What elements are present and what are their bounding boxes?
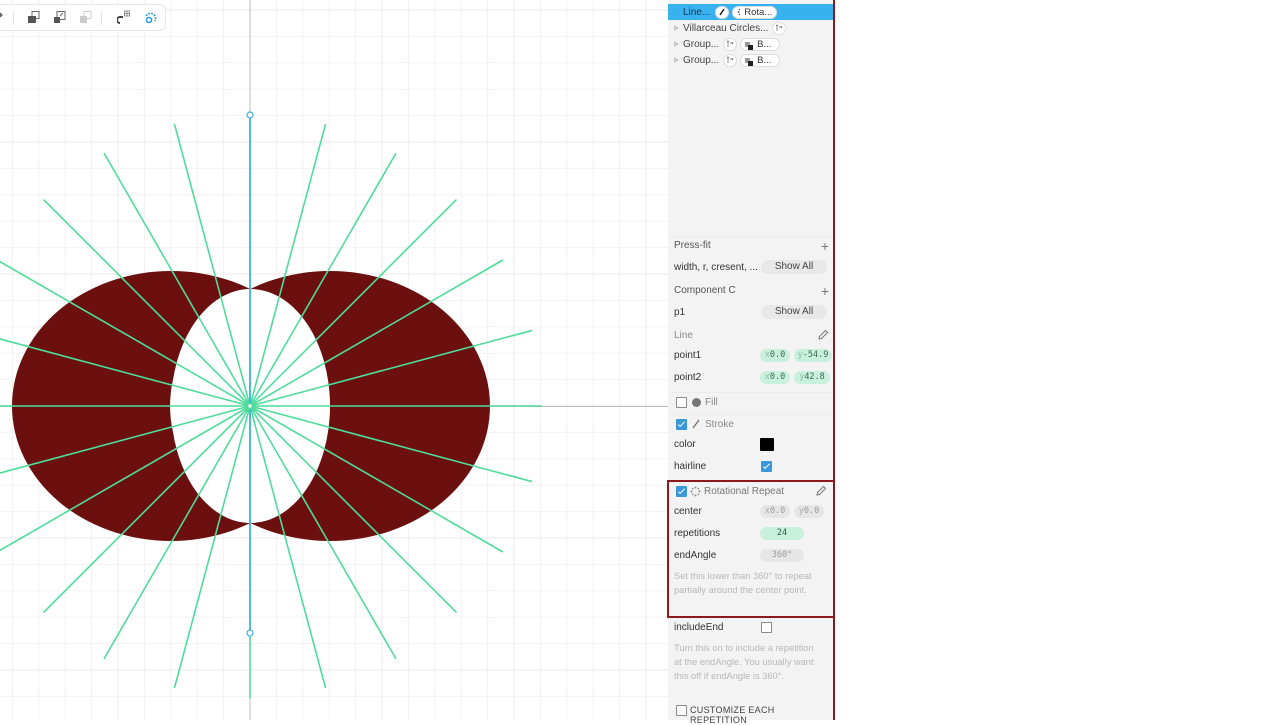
rotational-repeat-checkbox[interactable] [676,486,687,497]
component-header: Component C + [674,284,829,298]
component-params: p1 [674,307,686,318]
point1-y-field[interactable]: y-54.9 [794,349,832,362]
repetitions-field[interactable]: 24 [760,527,804,540]
point1-label: point1 [674,350,702,361]
pressfit-show-all-button[interactable]: Show All [761,260,827,274]
boolean-tag[interactable]: B... [740,37,781,51]
stroke-line-icon [692,419,701,432]
bring-forward-icon[interactable] [53,10,69,26]
canvas-drawing[interactable] [0,0,668,720]
repetitions-label: repetitions [674,528,721,539]
stroke-color-swatch[interactable] [760,438,774,451]
boolean-tag[interactable]: B... [740,53,781,67]
drawing-canvas[interactable] [0,0,668,720]
line-title: Line [674,330,693,341]
endangle-label: endAngle [674,550,717,561]
pressfit-title: Press-fit [674,240,711,251]
component-show-all-button[interactable]: Show All [761,305,827,319]
stroke-label: Stroke [705,419,734,430]
stroke-checkbox[interactable] [676,419,687,430]
snap-grid-icon[interactable] [117,10,133,26]
transform-icon[interactable] [723,37,738,51]
center-y-field[interactable]: y0.0 [794,505,824,518]
point2-x-field[interactable]: x0.0 [760,371,790,384]
fill-label: Fill [705,397,718,408]
canvas-toolbar [0,4,166,31]
rotational-repeat-tag[interactable]: Rota... [732,5,778,19]
hairline-label: hairline [674,461,707,472]
rotate-snap-icon[interactable] [143,10,159,26]
rotational-repeat-label: Rotational Repeat [704,486,785,497]
rotation-center-handle[interactable] [246,402,254,410]
properties-panel: Line... Rota... Villarceau Circles... Gr… [668,0,835,725]
tree-item-label: Villarceau Circles... [683,22,769,34]
fill-checkbox[interactable] [676,397,687,408]
point2-y-field[interactable]: y42.8 [794,371,830,384]
rotational-repeat-icon [690,486,701,500]
stroke-color-label: color [674,439,696,450]
fill-circle-icon [692,398,701,407]
boolean-icon [745,57,754,66]
transform-icon[interactable] [772,21,787,35]
tree-item-line[interactable]: Line... Rota... [668,4,833,20]
center-x-field[interactable]: x0.0 [760,505,790,518]
tree-item-label: Group... [683,54,720,66]
expand-triangle-icon[interactable] [674,25,679,31]
includeend-checkbox[interactable] [761,622,772,633]
point2-label: point2 [674,372,702,383]
center-label: center [674,506,702,517]
edit-rotational-repeat-pencil-icon[interactable] [815,485,827,500]
expand-triangle-icon[interactable] [674,41,679,47]
tree-item-villarceau-circles[interactable]: Villarceau Circles... [668,20,833,36]
boolean-icon [745,41,754,50]
customize-each-repetition-label: CUSTOMIZE EACH REPETITION [690,705,775,725]
expand-triangle-icon[interactable] [674,57,679,63]
pressfit-params: width, r, cresent, ... [674,262,758,273]
point1-x-field[interactable]: x0.0 [760,349,790,362]
transform-icon[interactable] [723,53,738,67]
tool-partial-icon[interactable] [0,10,11,26]
line-handle-bottom[interactable] [246,629,254,637]
includeend-help-text: Turn this on to include a repetition at … [674,643,814,681]
includeend-label: includeEnd [674,622,724,633]
edit-line-pencil-icon[interactable] [817,329,829,344]
add-component-param-button[interactable]: + [821,284,829,298]
tree-item-group[interactable]: Group... B... [668,52,833,68]
endangle-field[interactable]: 360° [760,549,804,562]
tree-item-label: Line... [683,6,711,18]
hairline-checkbox[interactable] [761,461,772,472]
endangle-help-text: Set this lower than 360° to repeat parti… [674,571,812,595]
pressfit-header: Press-fit + [674,239,829,253]
rotational-repeat-icon [737,8,741,16]
stroke-icon[interactable] [715,5,730,19]
add-pressfit-param-button[interactable]: + [821,239,829,253]
component-title: Component C [674,285,736,296]
bring-to-front-icon[interactable] [79,10,95,26]
tree-item-label: Group... [683,38,720,50]
line-header: Line [674,329,829,344]
customize-each-repetition-checkbox[interactable] [676,705,687,716]
send-backward-icon[interactable] [27,10,43,26]
tree-item-group[interactable]: Group... B... [668,36,833,52]
line-handle-top[interactable] [246,111,254,119]
